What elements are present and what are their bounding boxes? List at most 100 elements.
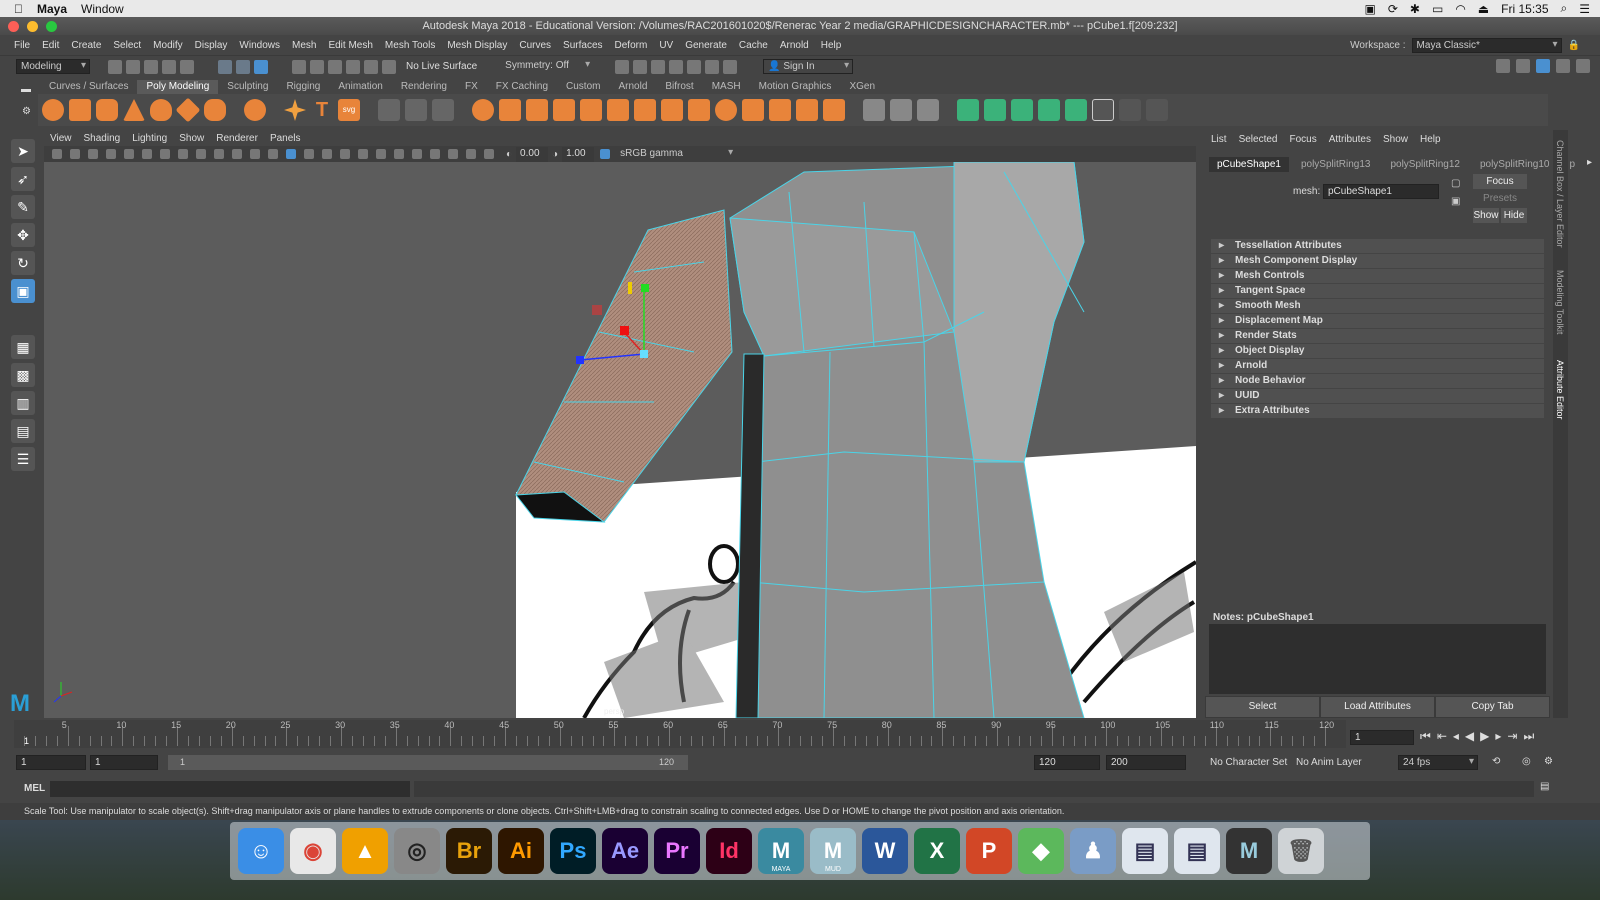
- uv-editor-icon[interactable]: [957, 99, 979, 121]
- resolution-gate-icon[interactable]: [196, 149, 206, 159]
- tab-polysplitring13[interactable]: polySplitRing13: [1293, 157, 1379, 172]
- section-tangent-space[interactable]: Tangent Space: [1211, 284, 1544, 298]
- section-mesh-component-display[interactable]: Mesh Component Display: [1211, 254, 1544, 268]
- average-icon[interactable]: [715, 99, 737, 121]
- section-displacement-map[interactable]: Displacement Map: [1211, 314, 1544, 328]
- type-icon[interactable]: T: [311, 99, 333, 121]
- dock-chrome-icon[interactable]: ◉: [290, 828, 336, 874]
- merge-icon[interactable]: [742, 99, 764, 121]
- bool-icon[interactable]: [688, 99, 710, 121]
- vp-menu-view[interactable]: View: [50, 133, 72, 144]
- tab-modeling-toolkit[interactable]: Modeling Toolkit: [1555, 270, 1565, 334]
- time-slider[interactable]: 5 10 15 20 25 30 35 40 45 50 55 60 65 70 75 80 85 90 95 100…: [14, 720, 1346, 748]
- menu-help[interactable]: Help: [815, 40, 848, 51]
- script-editor-icon[interactable]: ▤: [1540, 781, 1549, 792]
- save-scene-icon[interactable]: [144, 59, 158, 74]
- dock-maya-doc-icon[interactable]: M: [1226, 828, 1272, 874]
- ao-icon[interactable]: [376, 149, 386, 159]
- xray-joints-icon[interactable]: [466, 149, 476, 159]
- vp-menu-shading[interactable]: Shading: [84, 133, 121, 144]
- poly-disc-icon[interactable]: [204, 99, 226, 121]
- list-layout-icon[interactable]: ☰: [11, 447, 35, 471]
- wireframe-icon[interactable]: [268, 149, 278, 159]
- workspace-dropdown[interactable]: Maya Classic*: [1411, 38, 1562, 53]
- poly-torus-icon[interactable]: [150, 99, 172, 121]
- field-chart-icon[interactable]: [232, 149, 242, 159]
- shelf-tab-fx[interactable]: FX: [456, 80, 487, 94]
- exposure-field[interactable]: 0.00: [516, 146, 549, 162]
- dock-word-icon[interactable]: W: [862, 828, 908, 874]
- tab-attribute-editor[interactable]: Attribute Editor: [1555, 360, 1565, 420]
- poly-cone-icon[interactable]: [123, 99, 145, 121]
- command-input[interactable]: [50, 781, 410, 797]
- outliner-layout-icon[interactable]: ▤: [11, 419, 35, 443]
- lock-icon[interactable]: 🔒: [1568, 40, 1580, 51]
- grease-pencil-icon[interactable]: [142, 149, 152, 159]
- attr-menu-list[interactable]: List: [1211, 134, 1227, 145]
- edge-flow-icon[interactable]: [917, 99, 939, 121]
- current-frame-field[interactable]: 1: [1350, 730, 1414, 745]
- shelf-tab-motion-graphics[interactable]: Motion Graphics: [750, 80, 841, 94]
- cut-uv-icon[interactable]: [1119, 99, 1141, 121]
- attr-menu-show[interactable]: Show: [1383, 134, 1408, 145]
- range-slider[interactable]: 1 120: [168, 755, 688, 770]
- gamma-field[interactable]: 1.00: [562, 146, 595, 162]
- paint-select-icon[interactable]: ✎: [11, 195, 35, 219]
- color-space-dropdown[interactable]: sRGB gamma: [616, 146, 737, 162]
- svg-icon[interactable]: svg: [338, 99, 360, 121]
- presets-button[interactable]: Presets: [1473, 191, 1527, 206]
- tab-scroll-right-icon[interactable]: ▸: [1587, 157, 1592, 172]
- dock-maya-icon[interactable]: M MAYA: [758, 828, 804, 874]
- section-node-behavior[interactable]: Node Behavior: [1211, 374, 1544, 388]
- smooth-icon[interactable]: [553, 99, 575, 121]
- snap-view-icon[interactable]: [346, 59, 360, 74]
- notification-icon[interactable]: ▣: [1365, 2, 1376, 16]
- vp-menu-renderer[interactable]: Renderer: [216, 133, 258, 144]
- 2d-pan-icon[interactable]: [124, 149, 134, 159]
- particles-icon[interactable]: [432, 99, 454, 121]
- menu-windows[interactable]: Windows: [233, 40, 286, 51]
- menu-file[interactable]: File: [8, 40, 36, 51]
- pause-icon[interactable]: [723, 59, 738, 74]
- textured-icon[interactable]: [322, 149, 332, 159]
- undo-icon[interactable]: [162, 59, 176, 74]
- menu-arnold[interactable]: Arnold: [774, 40, 815, 51]
- loop-icon[interactable]: ⟲: [1492, 756, 1500, 767]
- shelf-tab-xgen[interactable]: XGen: [840, 80, 884, 94]
- aa-icon[interactable]: [412, 149, 422, 159]
- section-object-display[interactable]: Object Display: [1211, 344, 1544, 358]
- play-backward-icon[interactable]: ◀: [1465, 729, 1474, 744]
- menu-uv[interactable]: UV: [653, 40, 679, 51]
- dock-after-effects-icon[interactable]: Ae: [602, 828, 648, 874]
- separate-icon[interactable]: [499, 99, 521, 121]
- menu-deform[interactable]: Deform: [609, 40, 654, 51]
- attr-menu-focus[interactable]: Focus: [1289, 134, 1316, 145]
- bridge-icon[interactable]: [607, 99, 629, 121]
- spotlight-search-icon[interactable]: ⌕: [1561, 1, 1568, 16]
- move-tool-icon[interactable]: ✥: [11, 223, 35, 247]
- uv-icon[interactable]: [405, 99, 427, 121]
- channel-box-icon[interactable]: [1576, 59, 1590, 73]
- poly-cylinder-icon[interactable]: [96, 99, 118, 121]
- menu-generate[interactable]: Generate: [679, 40, 733, 51]
- shelf-tab-arnold[interactable]: Arnold: [609, 80, 656, 94]
- xray-components-icon[interactable]: [484, 149, 494, 159]
- default-material-icon[interactable]: [304, 149, 314, 159]
- target-weld-icon[interactable]: [823, 99, 845, 121]
- grid-icon[interactable]: [160, 149, 170, 159]
- shelf-tab-sculpting[interactable]: Sculpting: [218, 80, 277, 94]
- shelf-menu-icon[interactable]: ▬ ⚙: [14, 82, 36, 126]
- shadows-icon[interactable]: [358, 149, 368, 159]
- cylindrical-map-icon[interactable]: [1011, 99, 1033, 121]
- checker-icon[interactable]: [1092, 99, 1114, 121]
- tab-polysplitring12[interactable]: polySplitRing12: [1382, 157, 1468, 172]
- mesh-name-field[interactable]: pCubeShape1: [1323, 184, 1439, 199]
- shelf-tab-rigging[interactable]: Rigging: [277, 80, 329, 94]
- dock-folder-icon[interactable]: ♟: [1070, 828, 1116, 874]
- image-plane-icon[interactable]: [106, 149, 116, 159]
- close-window-button[interactable]: [8, 21, 19, 32]
- select-hierarchy-icon[interactable]: [218, 59, 232, 74]
- attr-menu-selected[interactable]: Selected: [1239, 134, 1278, 145]
- tab-pcubeshape1[interactable]: pCubeShape1: [1209, 157, 1289, 172]
- shelf-tab-custom[interactable]: Custom: [557, 80, 609, 94]
